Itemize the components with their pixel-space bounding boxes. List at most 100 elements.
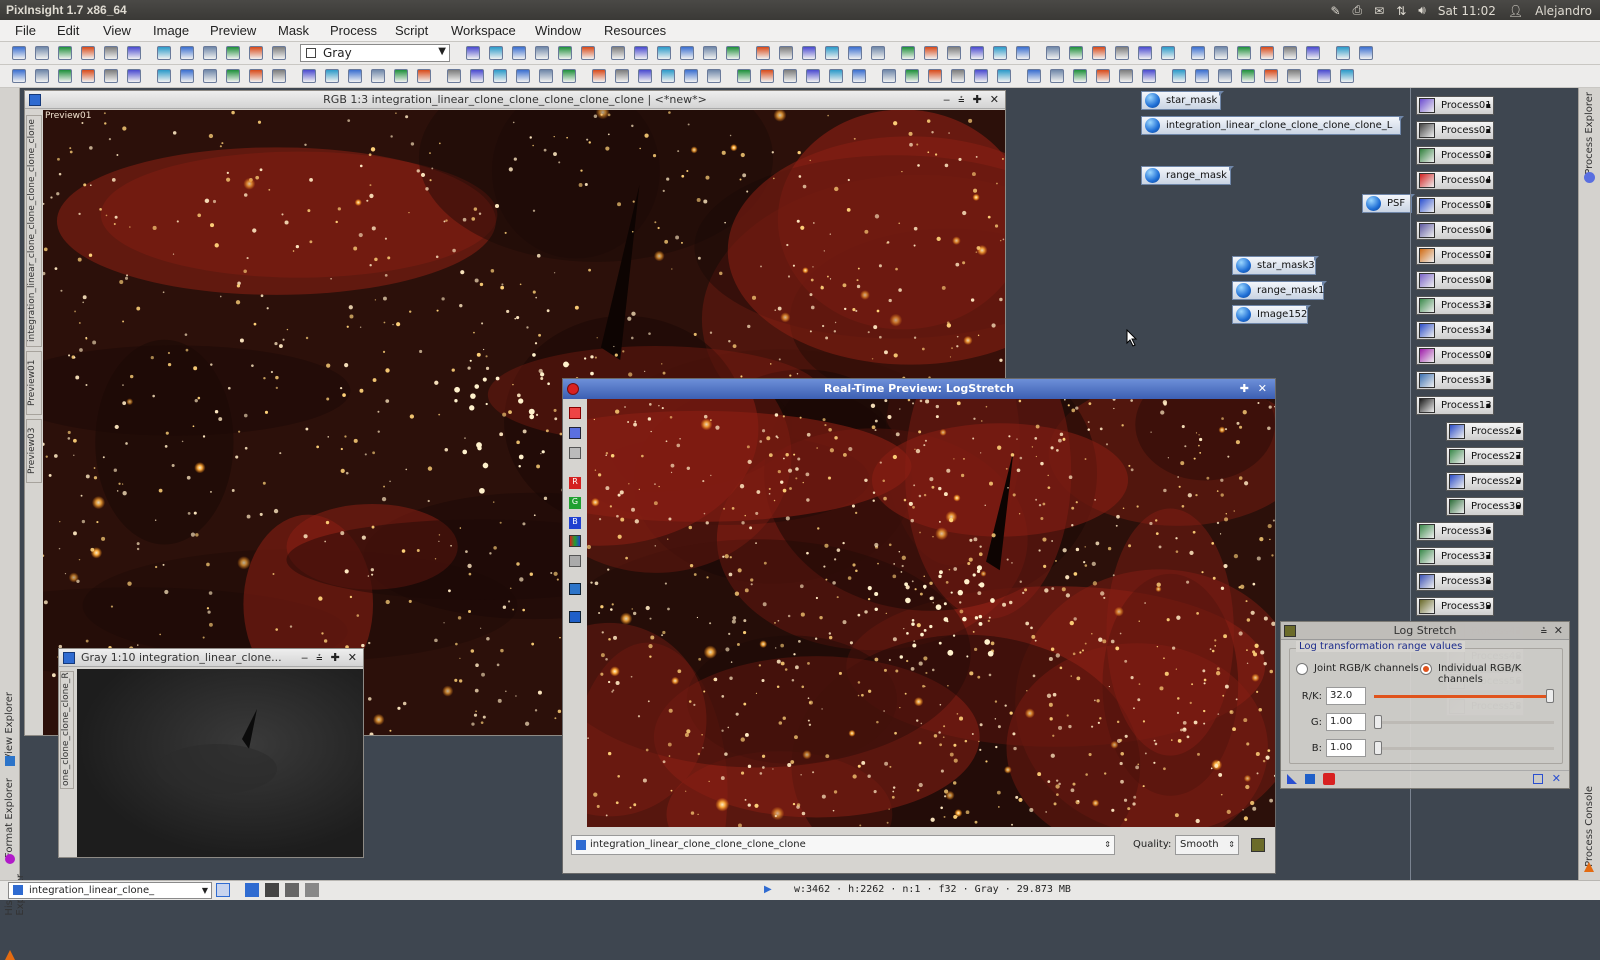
image-icon[interactable]: range_mask xyxy=(1141,166,1234,185)
toolbar-tool-icon[interactable] xyxy=(180,69,194,83)
process-icon[interactable]: Process07 ▪ xyxy=(1416,246,1494,265)
toolbar-tool-icon[interactable] xyxy=(1214,46,1228,60)
toolbar-tool-icon[interactable] xyxy=(58,69,72,83)
toolbar-tool-icon[interactable] xyxy=(615,69,629,83)
b-slider[interactable] xyxy=(1374,741,1554,755)
toolbar-tool-icon[interactable] xyxy=(1016,46,1030,60)
toolbar-tool-icon[interactable] xyxy=(157,46,171,60)
toolbar-tool-icon[interactable] xyxy=(1241,69,1255,83)
toolbar-tool-icon[interactable] xyxy=(203,46,217,60)
toolbar-tool-icon[interactable] xyxy=(249,46,263,60)
toolbar-tool-icon[interactable] xyxy=(783,69,797,83)
menu-process[interactable]: Process xyxy=(330,23,377,38)
toolbar-tool-icon[interactable] xyxy=(535,46,549,60)
process-icon[interactable]: Process35 ▪ xyxy=(1416,371,1494,390)
menu-resources[interactable]: Resources xyxy=(604,23,666,38)
realtime-preview-titlebar[interactable]: Real-Time Preview: LogStretch ✚ ✕ xyxy=(563,379,1275,399)
menu-image[interactable]: Image xyxy=(153,23,189,38)
process-icon[interactable]: Process27 ▪ xyxy=(1446,447,1524,466)
browse-documentation-icon[interactable] xyxy=(1533,774,1543,784)
toolbar-tool-icon[interactable] xyxy=(592,69,606,83)
individual-radio[interactable] xyxy=(1420,663,1432,675)
minimize-icon[interactable]: ‒ xyxy=(301,649,308,667)
toolbar-tool-icon[interactable] xyxy=(924,46,938,60)
toolbar-tool-icon[interactable] xyxy=(12,46,26,60)
stf-icon[interactable] xyxy=(569,583,581,595)
toolbar-tool-icon[interactable] xyxy=(1340,69,1354,83)
toolbar-tool-icon[interactable] xyxy=(512,46,526,60)
minimize-icon[interactable]: ‒ xyxy=(943,91,950,109)
toolbar-tool-icon[interactable] xyxy=(657,46,671,60)
toolbar-tool-icon[interactable] xyxy=(1336,46,1350,60)
toolbar-tool-icon[interactable] xyxy=(1283,46,1297,60)
toolbar-tool-icon[interactable] xyxy=(1115,46,1129,60)
toolbar-tool-icon[interactable] xyxy=(371,69,385,83)
process-icon[interactable]: Process13 ▪ xyxy=(1416,396,1494,415)
toolbar-tool-icon[interactable] xyxy=(302,69,316,83)
toolbar-tool-icon[interactable] xyxy=(806,69,820,83)
toolbar-tool-icon[interactable] xyxy=(447,69,461,83)
toolbar-tool-icon[interactable] xyxy=(1046,46,1060,60)
toolbar-tool-icon[interactable] xyxy=(737,69,751,83)
toolbar-tool-icon[interactable] xyxy=(1287,69,1301,83)
toolbar-tool-icon[interactable] xyxy=(951,69,965,83)
quality-select[interactable]: Smooth ⇕ xyxy=(1175,835,1239,855)
toolbar-tool-icon[interactable] xyxy=(104,46,118,60)
toolbar-tool-icon[interactable] xyxy=(756,46,770,60)
right-dock-tab-process-explorer[interactable]: Process Explorer xyxy=(1584,92,1595,175)
toolbar-tool-icon[interactable] xyxy=(81,46,95,60)
right-dock-tab-process-console[interactable]: Process Console xyxy=(1584,786,1595,867)
blue-channel-icon[interactable]: B xyxy=(569,517,581,529)
toolbar-tool-icon[interactable] xyxy=(901,46,915,60)
process-icon[interactable]: Process05 ▪ xyxy=(1416,196,1494,215)
toolbar-tool-icon[interactable] xyxy=(1317,69,1331,83)
toolbar-tool-icon[interactable] xyxy=(684,69,698,83)
toolbar-tool-icon[interactable] xyxy=(947,46,961,60)
toolbar-tool-icon[interactable] xyxy=(466,46,480,60)
toolbar-tool-icon[interactable] xyxy=(829,69,843,83)
toolbar-tool-icon[interactable] xyxy=(12,69,26,83)
toolbar-tool-icon[interactable] xyxy=(417,69,431,83)
view-mode-icon[interactable] xyxy=(216,883,230,897)
left-dock-tab-format-explorer[interactable]: Format Explorer xyxy=(4,778,15,858)
toolbar-tool-icon[interactable] xyxy=(394,69,408,83)
toolbar-tool-icon[interactable] xyxy=(634,46,648,60)
user-name[interactable]: Alejandro xyxy=(1535,4,1592,18)
toolbar-tool-icon[interactable] xyxy=(848,46,862,60)
side-tab-main-view[interactable]: integration_linear_clone_clone_clone_clo… xyxy=(26,115,42,347)
menu-script[interactable]: Script xyxy=(395,23,428,38)
g-slider-knob[interactable] xyxy=(1374,715,1382,729)
toolbar-tool-icon[interactable] xyxy=(581,46,595,60)
process-icon[interactable]: Process06 ▪ xyxy=(1416,221,1494,240)
process-icon[interactable] xyxy=(1251,838,1265,852)
rk-input[interactable]: 32.0 xyxy=(1326,687,1366,705)
gear-icon[interactable] xyxy=(1584,172,1595,183)
play-icon[interactable]: ▶ xyxy=(764,884,772,895)
process-icon[interactable]: Process39 ▪ xyxy=(1416,597,1494,616)
status-view-select[interactable]: integration_linear_clone_ ▼ xyxy=(8,882,212,899)
left-dock-tab-view-explorer[interactable]: View Explorer xyxy=(4,692,15,761)
toolbar-tool-icon[interactable] xyxy=(1264,69,1278,83)
toolbar-tool-icon[interactable] xyxy=(802,46,816,60)
toolbar-tool-icon[interactable] xyxy=(539,69,553,83)
menu-edit[interactable]: Edit xyxy=(57,23,79,38)
rk-slider-knob[interactable] xyxy=(1546,689,1554,703)
toolbar-tool-icon[interactable] xyxy=(1142,69,1156,83)
menu-file[interactable]: File xyxy=(15,23,36,38)
toolbar-tool-icon[interactable] xyxy=(726,46,740,60)
side-tab-preview01[interactable]: Preview01 xyxy=(26,351,42,415)
gray-image-canvas[interactable] xyxy=(77,669,363,857)
history-explorer-icon[interactable] xyxy=(5,950,15,960)
rgb-channel-icon[interactable] xyxy=(569,535,581,547)
maximize-icon[interactable]: ✚ xyxy=(973,91,982,109)
toolbar-tool-icon[interactable] xyxy=(127,46,141,60)
toolbar-tool-icon[interactable] xyxy=(272,69,286,83)
toolbar-tool-icon[interactable] xyxy=(993,46,1007,60)
toolbar-tool-icon[interactable] xyxy=(1069,46,1083,60)
toolbar-tool-icon[interactable] xyxy=(1218,69,1232,83)
view-select[interactable]: integration_linear_clone_clone_clone_clo… xyxy=(571,835,1115,855)
process-icon[interactable]: Process03 ▪ xyxy=(1416,146,1494,165)
toolbar-tool-icon[interactable] xyxy=(760,69,774,83)
gray-window-titlebar[interactable]: Gray 1:10 integration_linear_clone... ‒ … xyxy=(59,649,363,667)
toolbar-tool-icon[interactable] xyxy=(970,46,984,60)
